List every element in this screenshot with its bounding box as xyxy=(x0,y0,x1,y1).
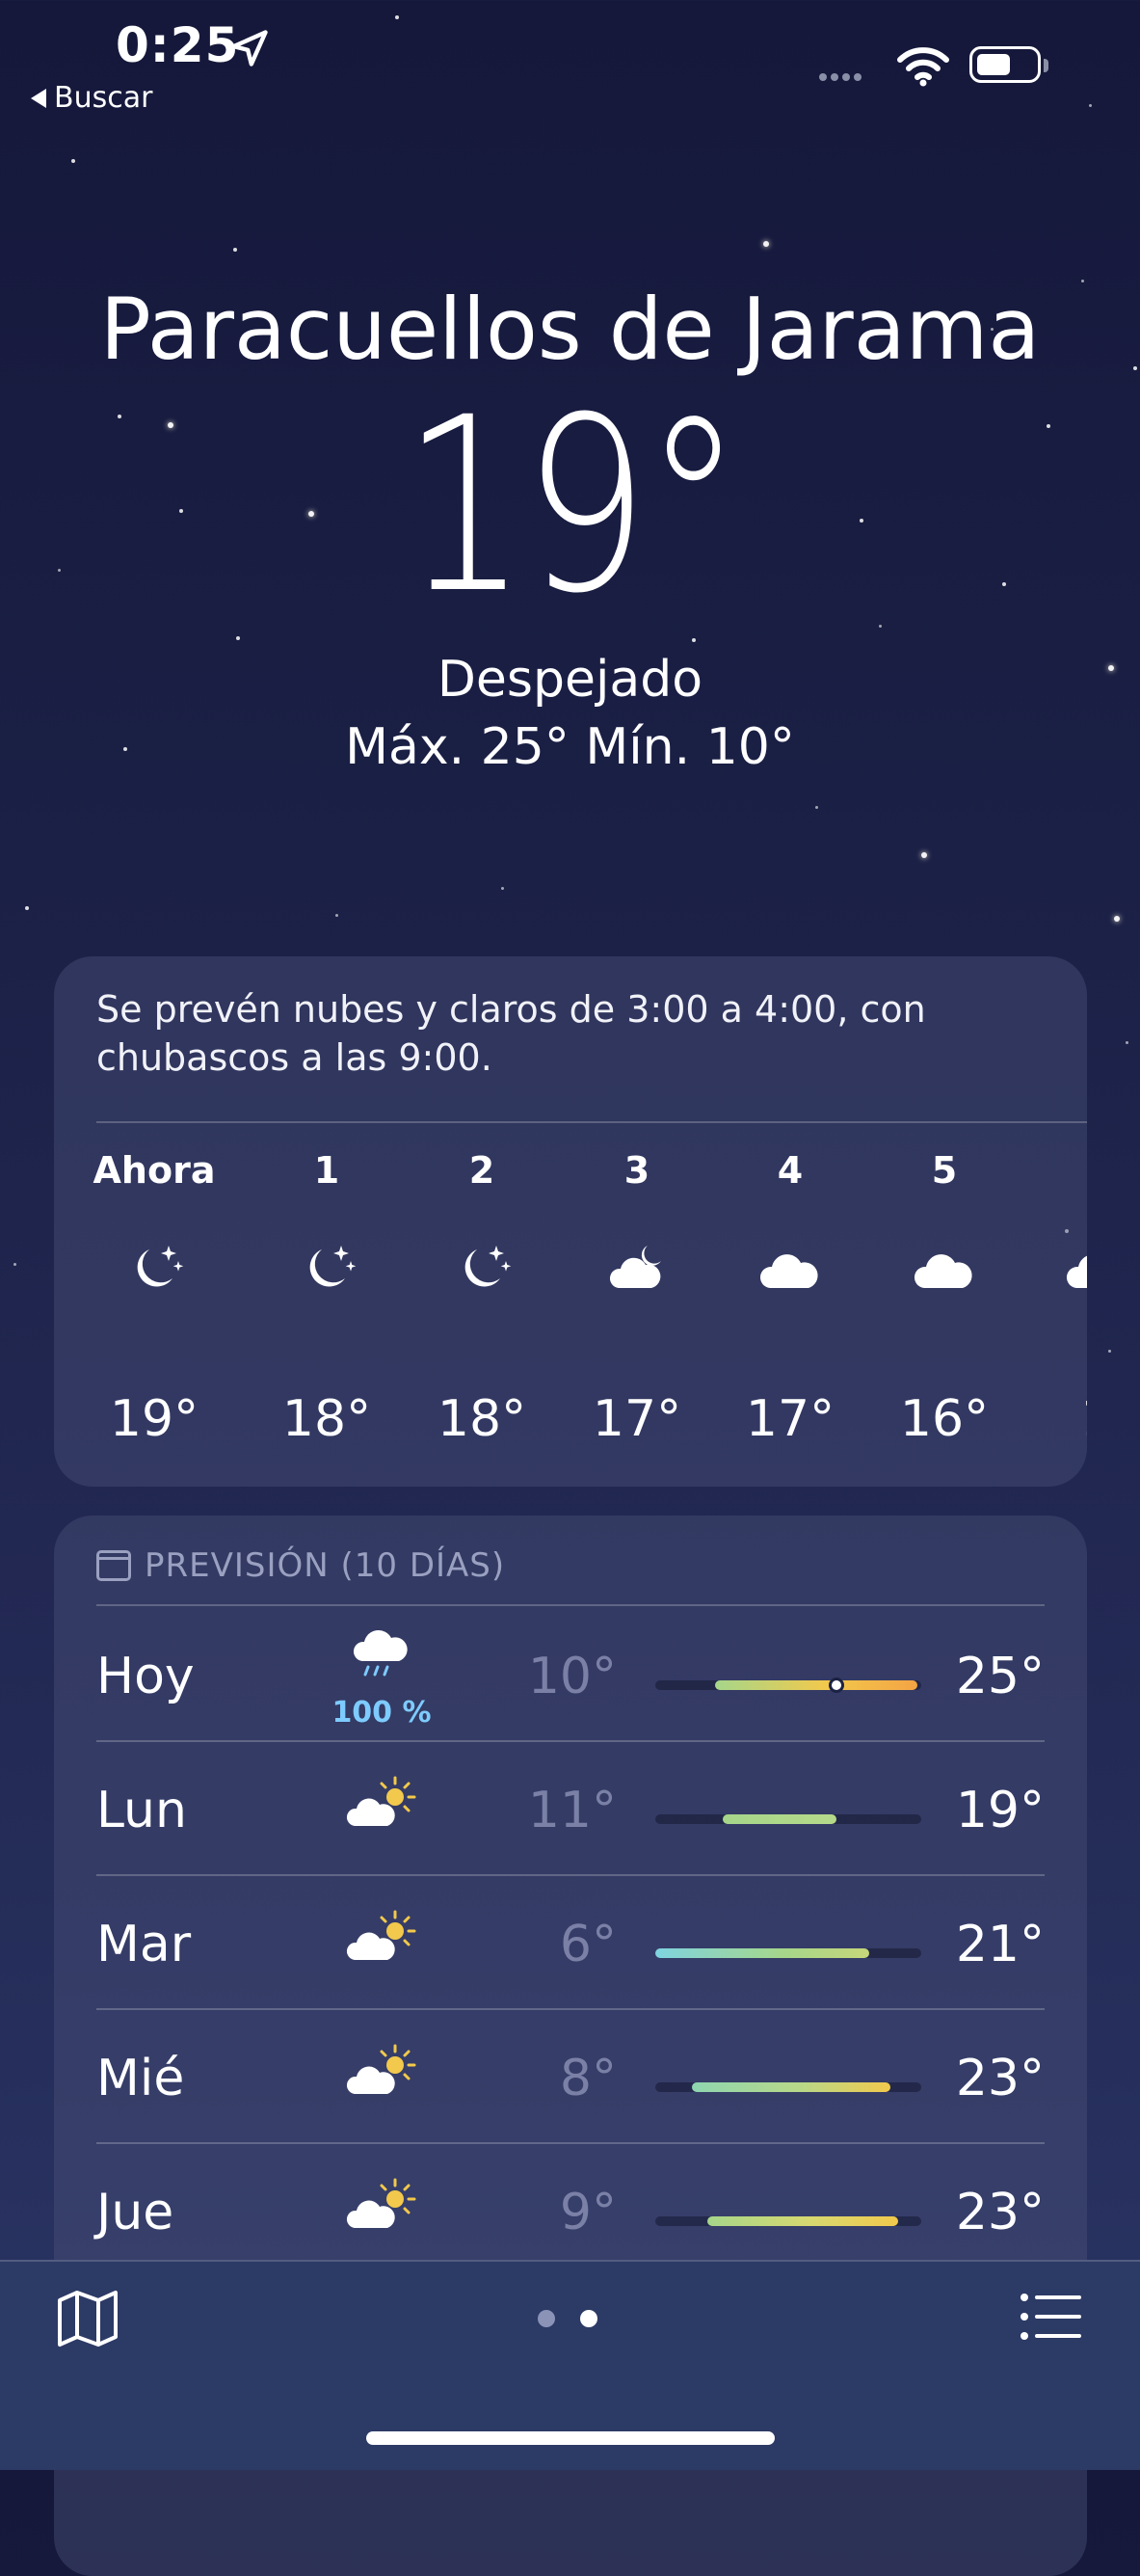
high-temp: 25° xyxy=(955,1648,1045,1705)
high-temp: 21° xyxy=(955,1916,1045,1973)
moon-stars-icon xyxy=(464,1246,512,1287)
cloud-icon xyxy=(1066,1255,1087,1288)
map-icon[interactable] xyxy=(56,2289,119,2348)
cloud-moon-icon xyxy=(609,1246,661,1288)
forecast-header: PREVISIÓN (10 DÍAS) xyxy=(96,1546,505,1585)
forecast-row-mie[interactable]: Mié 8° 23° xyxy=(96,2009,1045,2143)
sun-cloud-icon xyxy=(346,2044,416,2094)
precip-probability: 100 % xyxy=(331,1696,432,1730)
page-indicator[interactable] xyxy=(538,2310,597,2327)
page-dot-active[interactable] xyxy=(580,2310,597,2327)
back-to-search-button[interactable]: Buscar xyxy=(31,81,152,115)
temp-range-bar xyxy=(655,1948,869,1958)
high-temp: 23° xyxy=(955,2184,1045,2241)
forecast-row-jue[interactable]: Jue 9° 23° xyxy=(96,2143,1045,2277)
sun-cloud-icon xyxy=(346,1910,416,1960)
cloud-icon xyxy=(914,1254,972,1288)
back-label: Buscar xyxy=(54,81,153,115)
forecast-title: PREVISIÓN (10 DÍAS) xyxy=(145,1546,506,1585)
low-temp: 9° xyxy=(559,2184,617,2241)
location-arrow-icon xyxy=(231,30,268,67)
cloud-rain-icon xyxy=(353,1629,408,1677)
forecast-row-mar[interactable]: Mar 6° 21° xyxy=(96,1875,1045,2009)
low-temp: 10° xyxy=(527,1648,617,1705)
sun-cloud-icon xyxy=(346,1776,416,1826)
low-temp: 8° xyxy=(559,2050,617,2107)
temp-range-track xyxy=(655,1948,921,1958)
day-label: Lun xyxy=(96,1782,187,1839)
high-temp: 19° xyxy=(955,1782,1045,1839)
day-label: Hoy xyxy=(96,1648,195,1705)
low-temp: 6° xyxy=(559,1916,617,1973)
temp-range-bar xyxy=(715,1680,917,1690)
moon-stars-icon xyxy=(309,1246,357,1287)
status-time: 0:25 xyxy=(116,17,240,73)
moon-stars-icon xyxy=(137,1246,184,1287)
low-temp: 11° xyxy=(527,1782,617,1839)
temp-range-bar xyxy=(692,2082,890,2092)
list-icon[interactable] xyxy=(1020,2293,1083,2341)
wifi-icon xyxy=(897,47,949,87)
forecast-row-lun[interactable]: Lun 11° 19° xyxy=(96,1741,1045,1875)
day-label: Mar xyxy=(96,1916,192,1973)
current-temperature: 19° xyxy=(402,365,743,646)
temp-range-bar xyxy=(707,2216,898,2226)
day-label: Mié xyxy=(96,2050,185,2107)
condition-text: Despejado xyxy=(437,651,703,709)
temp-range-bar xyxy=(723,1814,836,1824)
hourly-forecast-card[interactable]: Se prevén nubes y claros de 3:00 a 4:00,… xyxy=(54,956,1087,1487)
temp-range-track xyxy=(655,2082,921,2092)
temp-range-track xyxy=(655,1677,921,1693)
city-name: Paracuellos de Jarama xyxy=(99,280,1041,379)
temp-range-track xyxy=(655,2216,921,2226)
high-low-text: Máx. 25° Mín. 10° xyxy=(345,718,795,776)
temp-range-track xyxy=(655,1814,921,1824)
high-temp: 23° xyxy=(955,2050,1045,2107)
calendar-icon xyxy=(96,1550,131,1581)
sun-cloud-icon xyxy=(346,2178,416,2228)
divider xyxy=(96,1604,1045,1606)
divider xyxy=(96,1121,1087,1123)
current-temp-marker xyxy=(829,1677,844,1693)
home-indicator[interactable] xyxy=(366,2431,775,2445)
signal-icon xyxy=(819,73,862,81)
page-dot[interactable] xyxy=(538,2310,555,2327)
day-label: Jue xyxy=(96,2184,174,2241)
back-triangle-icon xyxy=(31,88,46,108)
battery-icon xyxy=(969,46,1048,83)
cloud-icon xyxy=(759,1254,818,1288)
forecast-row-hoy[interactable]: Hoy 100 % 10° 25° xyxy=(96,1607,1045,1741)
hourly-summary: Se prevén nubes y claros de 3:00 a 4:00,… xyxy=(96,988,926,1079)
